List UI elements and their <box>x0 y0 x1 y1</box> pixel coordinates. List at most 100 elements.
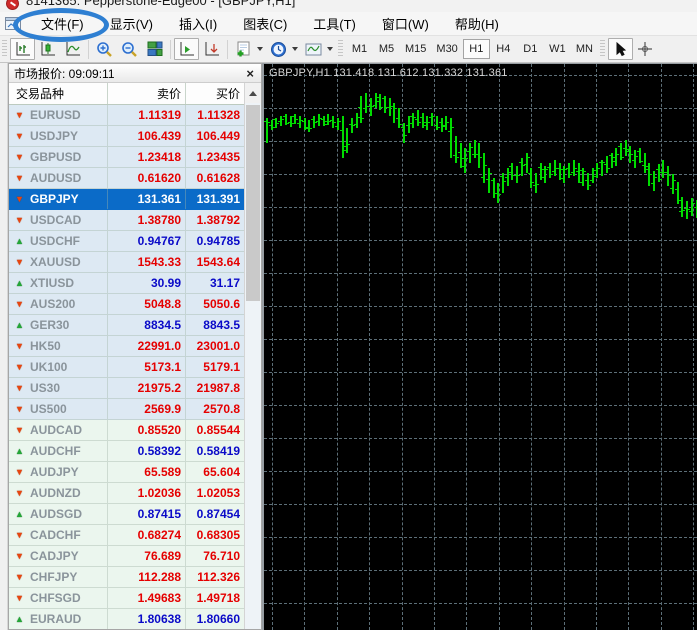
grid-line-vertical <box>401 64 403 630</box>
zoom-out-button[interactable] <box>117 38 142 60</box>
column-header-symbol[interactable]: 交易品种 <box>9 85 107 102</box>
close-tick <box>626 150 629 152</box>
open-tick <box>589 179 592 181</box>
market-watch-scrollbar[interactable] <box>244 83 261 629</box>
new-chart-button[interactable] <box>231 38 256 60</box>
scrollbar-up-button[interactable] <box>245 83 261 103</box>
open-tick <box>665 172 668 174</box>
market-watch-row-audjpy[interactable]: ▼ AUDJPY 65.589 65.604 <box>9 462 261 483</box>
price-bar <box>615 148 618 166</box>
market-watch-row-chfjpy[interactable]: ▼ CHFJPY 112.288 112.326 <box>9 567 261 588</box>
periods-dropdown-caret[interactable] <box>292 47 298 51</box>
templates-button[interactable] <box>301 38 326 60</box>
open-tick <box>575 170 578 172</box>
menu-item-2[interactable]: 插入(I) <box>166 11 230 36</box>
open-tick <box>636 151 639 153</box>
toolbar-grip[interactable] <box>2 40 7 58</box>
market-watch-row-audchf[interactable]: ▲ AUDCHF 0.58392 0.58419 <box>9 441 261 462</box>
candlestick-chart-button[interactable] <box>35 38 60 60</box>
timeframe-button-m15[interactable]: M15 <box>400 39 431 59</box>
close-tick <box>282 119 285 121</box>
symbol-cell: ▲ AUDCHF <box>9 444 107 458</box>
close-tick <box>617 153 620 155</box>
market-watch-row-gbpjpy[interactable]: ▼ GBPJPY 131.361 131.391 <box>9 189 261 210</box>
template-icon <box>305 43 322 55</box>
timeframe-button-h1[interactable]: H1 <box>462 39 490 59</box>
market-watch-row-audsgd[interactable]: ▲ AUDSGD 0.87415 0.87454 <box>9 504 261 525</box>
timeframe-button-m1[interactable]: M1 <box>346 39 373 59</box>
open-tick <box>320 118 323 120</box>
toolbar: M1 M5 M15 M30 H1 H4 D1 W1 MN <box>0 36 697 63</box>
market-watch-row-us30[interactable]: ▼ US30 21975.2 21987.8 <box>9 378 261 399</box>
market-watch-row-euraud[interactable]: ▲ EURAUD 1.80638 1.80660 <box>9 609 261 629</box>
timeframe-button-w1[interactable]: W1 <box>544 39 571 59</box>
new-chart-dropdown-caret[interactable] <box>257 47 263 51</box>
market-watch-row-us500[interactable]: ▼ US500 2569.9 2570.8 <box>9 399 261 420</box>
timeframe-button-m5[interactable]: M5 <box>373 39 400 59</box>
grid-line-vertical <box>304 64 306 630</box>
market-watch-row-ger30[interactable]: ▲ GER30 8834.5 8843.5 <box>9 315 261 336</box>
auto-scroll-button[interactable] <box>174 38 199 60</box>
menu-item-1[interactable]: 显示(V) <box>97 11 166 36</box>
close-tick <box>546 169 549 171</box>
market-watch-row-cadjpy[interactable]: ▼ CADJPY 76.689 76.710 <box>9 546 261 567</box>
market-watch-row-gbpusd[interactable]: ▼ GBPUSD 1.23418 1.23435 <box>9 147 261 168</box>
market-watch-row-aus200[interactable]: ▼ AUS200 5048.8 5050.6 <box>9 294 261 315</box>
close-tick <box>362 117 365 119</box>
market-watch-title-bar[interactable]: 市场报价: 09:09:11 × <box>9 64 261 83</box>
close-tick <box>447 121 450 123</box>
chart-area[interactable]: GBPJPY,H1 131.418 131.612 131.332 131.36… <box>262 63 697 630</box>
open-tick <box>462 166 465 168</box>
market-watch-row-xauusd[interactable]: ▼ XAUUSD 1543.33 1543.64 <box>9 252 261 273</box>
arrow-down-icon: ▼ <box>15 109 24 120</box>
chart-shift-button[interactable] <box>199 38 224 60</box>
market-watch-row-usdcad[interactable]: ▼ USDCAD 1.38780 1.38792 <box>9 210 261 231</box>
menu-item-5[interactable]: 窗口(W) <box>369 11 442 36</box>
close-icon[interactable]: × <box>244 67 256 80</box>
periods-button[interactable] <box>266 38 291 60</box>
market-watch-row-usdchf[interactable]: ▲ USDCHF 0.94767 0.94785 <box>9 231 261 252</box>
market-watch-row-usdjpy[interactable]: ▼ USDJPY 106.439 106.449 <box>9 126 261 147</box>
column-header-bid[interactable]: 卖价 <box>107 83 185 104</box>
arrow-up-icon: ▲ <box>15 319 24 330</box>
market-watch-row-audusd[interactable]: ▼ AUDUSD 0.61620 0.61628 <box>9 168 261 189</box>
market-watch-row-chfsgd[interactable]: ▼ CHFSGD 1.49683 1.49718 <box>9 588 261 609</box>
menu-item-3[interactable]: 图表(C) <box>230 11 300 36</box>
scrollbar-thumb[interactable] <box>246 105 260 301</box>
arrow-up-icon: ▲ <box>15 235 24 246</box>
market-watch-row-xtiusd[interactable]: ▲ XTIUSD 30.99 31.17 <box>9 273 261 294</box>
symbol-cell: ▼ AUDUSD <box>9 171 107 185</box>
menu-item-4[interactable]: 工具(T) <box>300 11 369 36</box>
close-tick <box>400 123 403 125</box>
toolbar-grip[interactable] <box>338 40 343 58</box>
toolbar-grip[interactable] <box>599 40 605 58</box>
chart-window-icon[interactable] <box>5 17 21 30</box>
zoom-in-button[interactable] <box>92 38 117 60</box>
market-watch-row-audcad[interactable]: ▼ AUDCAD 0.85520 0.85544 <box>9 420 261 441</box>
templates-dropdown-caret[interactable] <box>327 47 333 51</box>
menu-item-0[interactable]: 文件(F) <box>28 11 97 36</box>
column-header-ask[interactable]: 买价 <box>185 83 244 104</box>
line-chart-button[interactable] <box>60 38 85 60</box>
market-watch-row-uk100[interactable]: ▼ UK100 5173.1 5179.1 <box>9 357 261 378</box>
chevron-up-icon <box>249 90 257 96</box>
crosshair-button[interactable] <box>633 38 658 60</box>
bar-chart-button[interactable] <box>10 38 35 60</box>
ask-price: 0.87454 <box>185 504 244 524</box>
open-tick <box>556 168 559 170</box>
cursor-button[interactable] <box>607 38 633 60</box>
timeframe-button-m30[interactable]: M30 <box>431 39 462 59</box>
timeframe-button-d1[interactable]: D1 <box>517 39 544 59</box>
market-watch-row-cadchf[interactable]: ▼ CADCHF 0.68274 0.68305 <box>9 525 261 546</box>
timeframe-button-mn[interactable]: MN <box>571 39 598 59</box>
tile-windows-button[interactable] <box>142 38 167 60</box>
market-watch-row-hk50[interactable]: ▼ HK50 22991.0 23001.0 <box>9 336 261 357</box>
market-watch-row-audnzd[interactable]: ▼ AUDNZD 1.02036 1.02053 <box>9 483 261 504</box>
timeframe-button-h4[interactable]: H4 <box>490 39 517 59</box>
open-tick <box>490 180 493 182</box>
tile-windows-icon <box>147 41 162 56</box>
open-tick <box>485 179 488 181</box>
arrow-up-icon: ▲ <box>15 445 24 456</box>
menu-item-6[interactable]: 帮助(H) <box>442 11 512 36</box>
market-watch-row-eurusd[interactable]: ▼ EURUSD 1.11319 1.11328 <box>9 105 261 126</box>
